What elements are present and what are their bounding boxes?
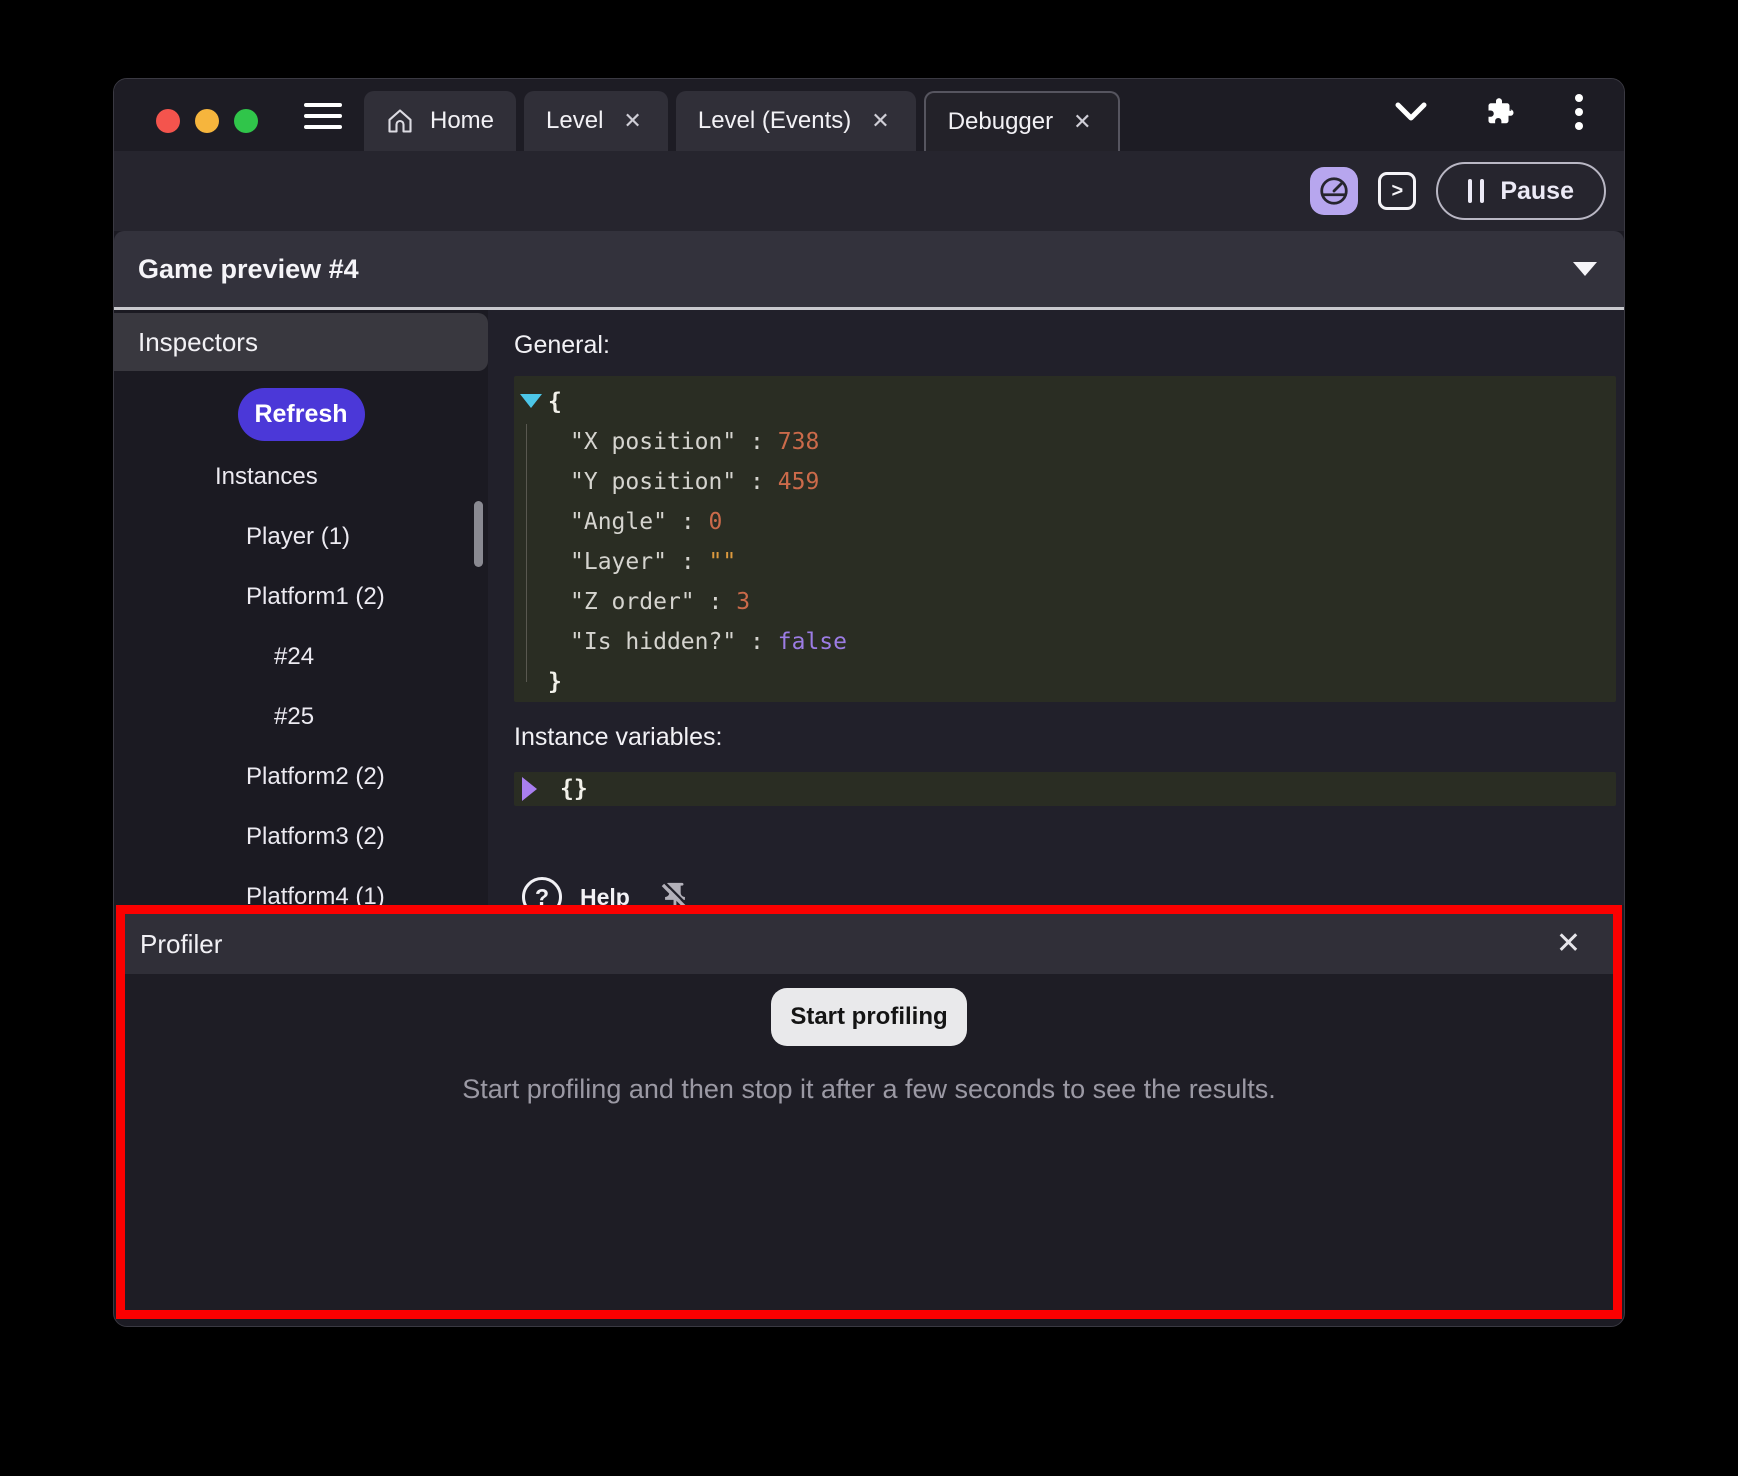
close-brace: } — [548, 669, 562, 695]
help-icon[interactable]: ? — [522, 877, 562, 905]
window-controls — [156, 109, 258, 133]
home-icon — [386, 107, 414, 135]
chevron-down-icon[interactable] — [1394, 101, 1428, 123]
help-glyph: ? — [535, 884, 549, 906]
help-label: Help — [580, 884, 630, 906]
profiler-toggle-button[interactable] — [1310, 167, 1358, 215]
game-preview-title: Game preview #4 — [138, 254, 359, 285]
tree-item-instance-24[interactable]: #24 — [114, 627, 488, 687]
json-key: X position — [570, 429, 736, 455]
variables-empty-object: {} — [560, 776, 588, 802]
inspectors-header: Inspectors — [114, 313, 488, 371]
profiler-title: Profiler — [140, 929, 222, 960]
inspectors-sidebar: Inspectors Refresh Instances Player (1) … — [114, 310, 488, 905]
tree-item-platform4[interactable]: Platform4 (1) — [114, 867, 488, 905]
close-profiler-icon[interactable]: ✕ — [1556, 929, 1581, 959]
json-value — [709, 549, 737, 575]
json-row-z-order[interactable]: Z order : 3 — [514, 582, 1616, 622]
minimize-window-button[interactable] — [195, 109, 219, 133]
json-row-layer[interactable]: Layer : — [514, 542, 1616, 582]
close-window-button[interactable] — [156, 109, 180, 133]
collapse-triangle-icon[interactable] — [520, 394, 542, 408]
json-close-brace-row: } — [514, 662, 1616, 702]
tab-home[interactable]: Home — [364, 91, 516, 151]
json-value: 0 — [709, 509, 723, 535]
tree-item-platform2[interactable]: Platform2 (2) — [114, 747, 488, 807]
debugger-toolbar: > Pause — [114, 151, 1624, 231]
tree-item-player[interactable]: Player (1) — [114, 507, 488, 567]
profiler-hint-text: Start profiling and then stop it after a… — [125, 1074, 1613, 1105]
instance-variables-label: Instance variables: — [514, 723, 1616, 752]
tree-item-instance-25[interactable]: #25 — [114, 687, 488, 747]
json-open-brace-row: { — [514, 382, 1616, 422]
tab-debugger[interactable]: Debugger ✕ — [924, 91, 1120, 151]
extensions-puzzle-icon[interactable] — [1486, 97, 1516, 127]
close-tab-icon[interactable]: ✕ — [867, 106, 893, 136]
console-button[interactable]: > — [1378, 172, 1416, 210]
menu-icon[interactable] — [304, 103, 342, 129]
tab-level-events[interactable]: Level (Events) ✕ — [676, 91, 916, 151]
close-tab-icon[interactable]: ✕ — [619, 106, 645, 136]
open-brace: { — [548, 389, 562, 415]
tree-item-platform3[interactable]: Platform3 (2) — [114, 807, 488, 867]
tabs: Home Level ✕ Level (Events) ✕ Debugger ✕ — [364, 91, 1120, 151]
tab-label: Level (Events) — [698, 107, 851, 135]
console-icon: > — [1391, 180, 1403, 203]
instance-inspector-panel: General: { X position : 738 Y position :… — [488, 310, 1624, 905]
profiler-header: Profiler ✕ — [125, 914, 1613, 974]
json-value: 459 — [778, 469, 820, 495]
kebab-menu-icon[interactable] — [1574, 93, 1584, 131]
start-profiling-button[interactable]: Start profiling — [771, 988, 967, 1046]
unpin-icon[interactable] — [658, 880, 692, 905]
json-key: Z order — [570, 589, 695, 615]
tree-guide-line — [526, 424, 527, 682]
pause-label: Pause — [1500, 177, 1574, 206]
refresh-button[interactable]: Refresh — [238, 388, 365, 441]
general-json-tree: { X position : 738 Y position : 459 Angl… — [514, 376, 1616, 702]
tab-label: Debugger — [948, 108, 1053, 136]
json-key: Is hidden? — [570, 629, 736, 655]
inspectors-tree: Instances Player (1) Platform1 (2) #24 #… — [114, 447, 488, 905]
profiler-panel: Profiler ✕ Start profiling Start profili… — [116, 905, 1622, 1319]
json-key: Y position — [570, 469, 736, 495]
json-key: Layer — [570, 549, 667, 575]
json-row-is-hidden[interactable]: Is hidden? : false — [514, 622, 1616, 662]
json-row-y-position[interactable]: Y position : 459 — [514, 462, 1616, 502]
json-value: 738 — [778, 429, 820, 455]
json-row-angle[interactable]: Angle : 0 — [514, 502, 1616, 542]
tab-bar: Home Level ✕ Level (Events) ✕ Debugger ✕ — [114, 79, 1624, 151]
sidebar-scrollbar[interactable] — [474, 501, 483, 567]
json-key: Angle — [570, 509, 667, 535]
tree-item-instances[interactable]: Instances — [114, 447, 488, 507]
close-tab-icon[interactable]: ✕ — [1069, 107, 1095, 137]
maximize-window-button[interactable] — [234, 109, 258, 133]
pause-icon — [1468, 179, 1484, 203]
json-value: 3 — [736, 589, 750, 615]
tab-label: Level — [546, 107, 603, 135]
tab-level[interactable]: Level ✕ — [524, 91, 668, 151]
json-row-x-position[interactable]: X position : 738 — [514, 422, 1616, 462]
tree-item-platform1[interactable]: Platform1 (2) — [114, 567, 488, 627]
game-preview-selector[interactable]: Game preview #4 — [114, 231, 1624, 307]
dropdown-caret-icon[interactable] — [1573, 262, 1597, 276]
debugger-content: Inspectors Refresh Instances Player (1) … — [114, 310, 1624, 905]
general-section-label: General: — [514, 331, 1616, 360]
debugger-window: Home Level ✕ Level (Events) ✕ Debugger ✕ — [113, 78, 1625, 1327]
expand-triangle-icon[interactable] — [522, 777, 537, 801]
pause-button[interactable]: Pause — [1436, 162, 1606, 220]
gauge-icon — [1318, 175, 1350, 207]
tab-label: Home — [430, 107, 494, 135]
json-value: false — [778, 629, 847, 655]
tabbar-actions — [1394, 93, 1624, 151]
instance-variables-tree[interactable]: {} — [514, 772, 1616, 806]
help-row: ? Help — [514, 874, 1616, 905]
